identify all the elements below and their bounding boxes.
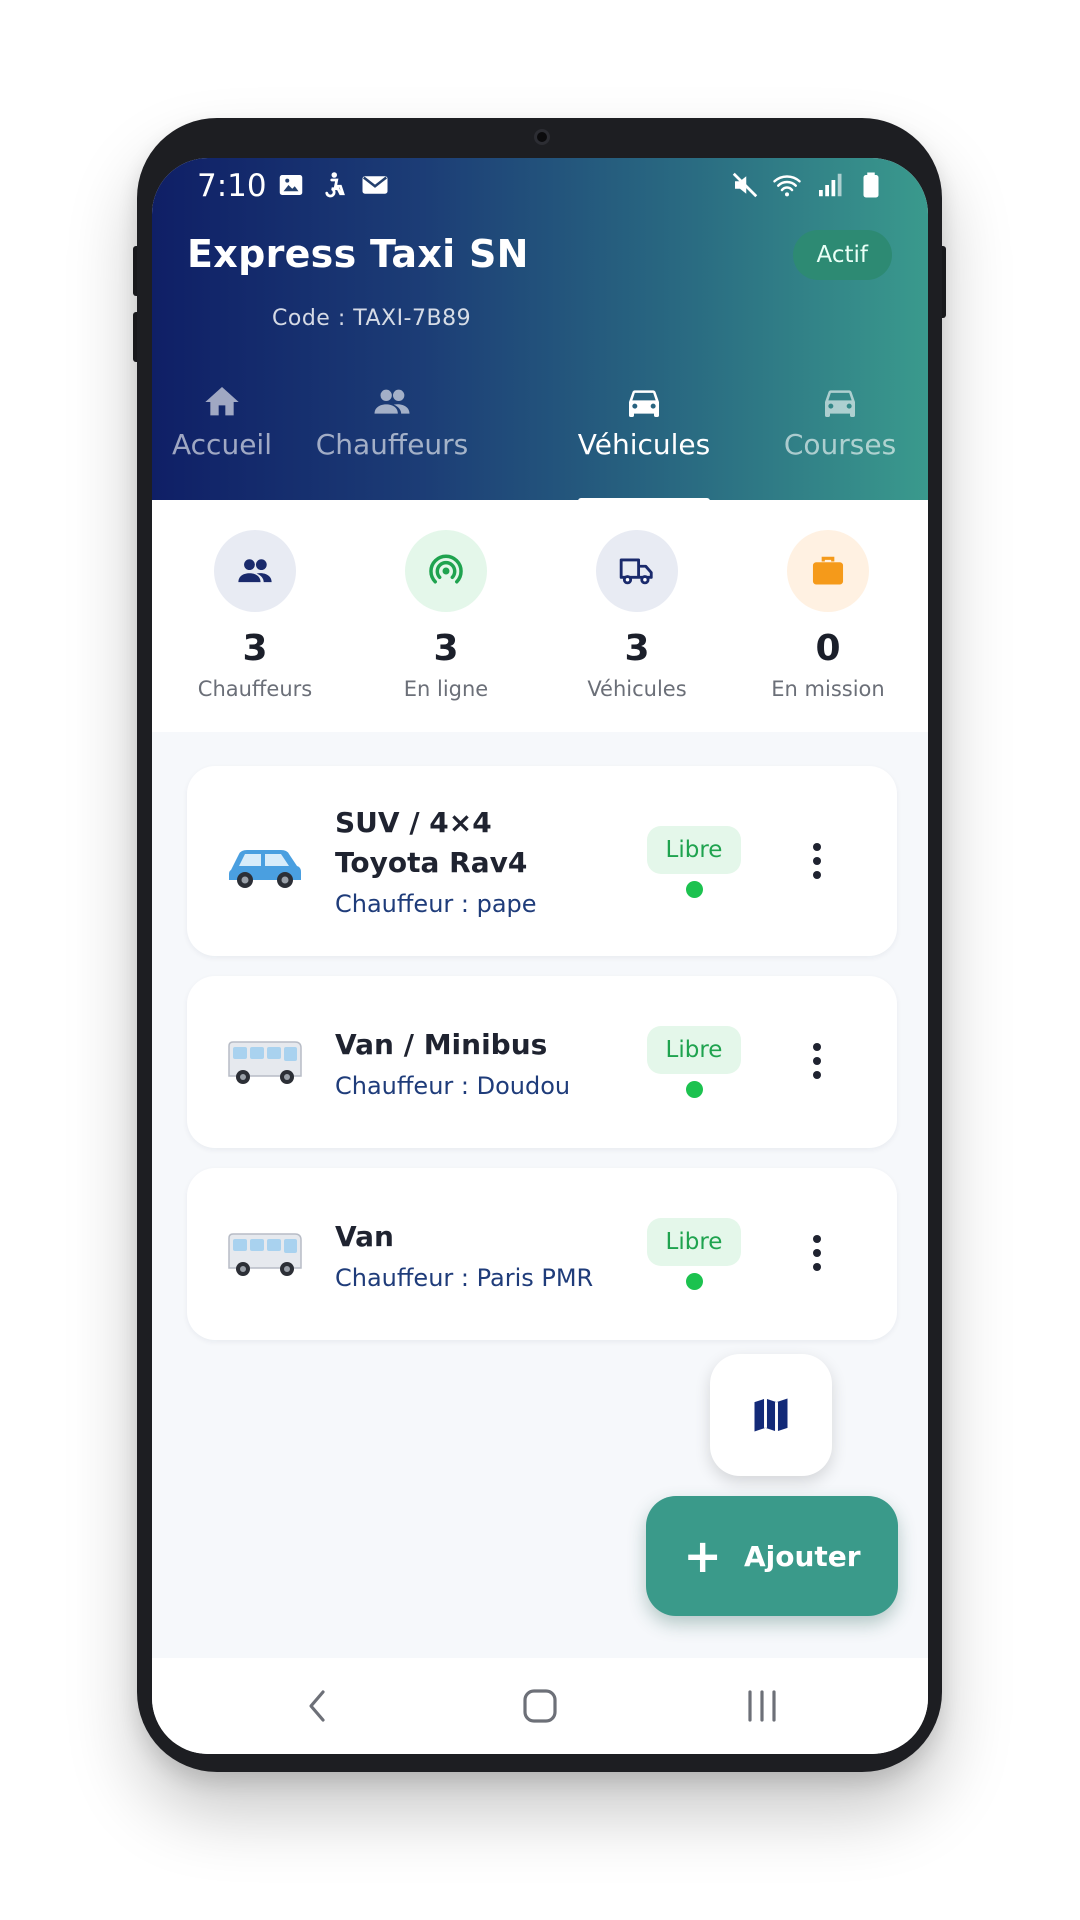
stat-label: Véhicules	[587, 677, 687, 701]
battery-icon	[863, 172, 879, 198]
stat-en-mission: 0 En mission	[733, 530, 923, 701]
people-icon	[238, 559, 272, 583]
mail-icon	[362, 176, 388, 194]
company-code: Code : TAXI-7B89	[272, 306, 472, 331]
gallery-icon	[279, 175, 303, 195]
stats-summary: 3 Chauffeurs 3 En ligne 3 Véhicules 0 En…	[152, 500, 928, 732]
add-vehicle-button[interactable]: + Ajouter	[646, 1496, 898, 1616]
vehicle-driver: Chauffeur : Paris PMR	[335, 1264, 594, 1292]
vehicle-driver: Chauffeur : pape	[335, 890, 537, 918]
tab-label: Véhicules	[577, 428, 711, 461]
stat-icon-circle	[787, 530, 869, 612]
stat-label: En ligne	[403, 677, 489, 701]
tab-courses[interactable]: Courses	[772, 366, 908, 500]
briefcase-icon	[812, 556, 844, 585]
suv-icon	[229, 850, 301, 888]
vehicle-card[interactable]: Van Chauffeur : Paris PMR Libre	[187, 1168, 897, 1340]
minibus-icon	[228, 1041, 302, 1084]
tab-vehicules[interactable]: Véhicules	[567, 366, 721, 500]
plus-icon: +	[683, 1529, 722, 1583]
minibus-icon	[228, 1233, 302, 1276]
app-screen: 7:10 Express Taxi SN Actif Code : TAXI-7…	[152, 158, 928, 1754]
home-button[interactable]	[510, 1678, 570, 1734]
vehicle-category: SUV / 4×4	[335, 806, 492, 839]
company-name: Express Taxi SN	[187, 232, 529, 276]
back-icon	[309, 1690, 325, 1722]
tab-chauffeurs[interactable]: Chauffeurs	[312, 366, 472, 500]
vehicle-driver: Chauffeur : Doudou	[335, 1072, 571, 1100]
stat-label: En mission	[771, 677, 885, 701]
vehicle-model: Toyota Rav4	[335, 846, 528, 879]
stat-en-ligne: 3 En ligne	[351, 530, 541, 701]
recents-button[interactable]	[732, 1678, 792, 1734]
stat-label: Chauffeurs	[197, 677, 313, 701]
status-time: 7:10	[197, 168, 267, 204]
tab-accueil[interactable]: Accueil	[167, 366, 277, 500]
vehicle-status-badge: Libre	[647, 1026, 741, 1074]
stat-value: 3	[433, 628, 459, 669]
vehicle-status-badge: Libre	[647, 1218, 741, 1266]
car-icon	[629, 390, 659, 417]
tab-label: Accueil	[172, 428, 272, 461]
people-icon	[374, 389, 410, 414]
company-status-badge[interactable]: Actif	[792, 230, 892, 280]
home-nav-icon	[523, 1689, 557, 1723]
more-options-icon[interactable]	[797, 1036, 837, 1086]
signal-icon	[819, 173, 842, 197]
back-button[interactable]	[288, 1678, 348, 1734]
mute-icon	[732, 172, 758, 198]
wifi-icon	[773, 175, 801, 197]
stat-chauffeurs: 3 Chauffeurs	[160, 530, 350, 701]
more-options-icon[interactable]	[797, 836, 837, 886]
vehicle-category: Van / Minibus	[335, 1028, 548, 1061]
stat-value: 3	[242, 628, 268, 669]
stat-value: 0	[815, 628, 841, 669]
stat-vehicules: 3 Véhicules	[542, 530, 732, 701]
tab-label: Courses	[783, 428, 897, 461]
vehicle-category: Van	[335, 1220, 394, 1253]
status-dot	[686, 1081, 703, 1098]
truck-icon	[619, 558, 653, 585]
status-dot	[686, 881, 703, 898]
home-icon	[205, 387, 239, 416]
vehicle-status-badge: Libre	[647, 826, 741, 874]
vehicle-card[interactable]: SUV / 4×4 Toyota Rav4 Chauffeur : pape L…	[187, 766, 897, 956]
stat-icon-circle	[405, 530, 487, 612]
add-button-label: Ajouter	[743, 1539, 861, 1573]
status-dot	[686, 1273, 703, 1290]
front-camera	[534, 129, 550, 145]
car-icon	[825, 390, 855, 417]
more-options-icon[interactable]	[797, 1228, 837, 1278]
accessibility-icon	[325, 172, 345, 198]
map-button[interactable]	[710, 1354, 832, 1476]
system-nav-bar	[152, 1658, 928, 1754]
main-tabs: Accueil Chauffeurs Véhicules Courses	[152, 366, 928, 500]
status-bar: 7:10	[152, 158, 928, 212]
broadcast-icon	[429, 554, 463, 584]
vehicle-card[interactable]: Van / Minibus Chauffeur : Doudou Libre	[187, 976, 897, 1148]
map-icon	[754, 1398, 788, 1432]
recents-icon	[748, 1690, 776, 1722]
stat-icon-circle	[596, 530, 678, 612]
stat-icon-circle	[214, 530, 296, 612]
tab-label: Chauffeurs	[315, 428, 469, 461]
app-header: 7:10 Express Taxi SN Actif Code : TAXI-7…	[152, 158, 928, 500]
stat-value: 3	[624, 628, 650, 669]
